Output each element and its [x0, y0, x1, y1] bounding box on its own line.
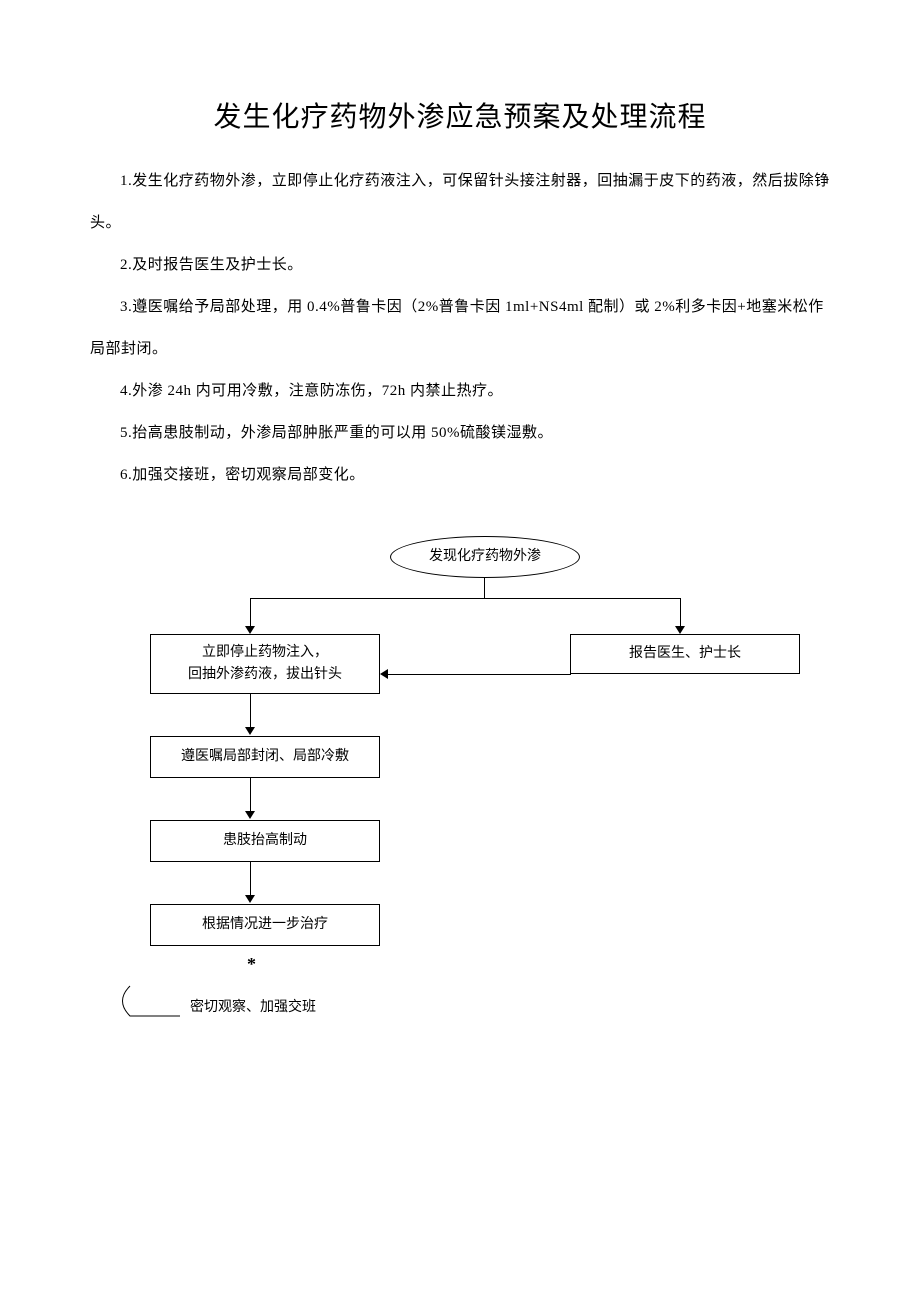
star-icon: *	[247, 954, 256, 975]
flowchart-connector	[484, 578, 485, 598]
flowchart-box1-line2: 回抽外渗药液，拔出针头	[188, 664, 342, 686]
flowchart-connector	[680, 598, 681, 628]
arrow-left-icon	[380, 669, 388, 679]
flowchart-box-stop-injection: 立即停止药物注入， 回抽外渗药液，拔出针头	[150, 634, 380, 694]
arrow-down-icon	[245, 727, 255, 735]
document-title: 发生化疗药物外渗应急预案及处理流程	[90, 95, 830, 135]
flowchart-final-label: 密切观察、加强交班	[190, 996, 316, 1016]
flowchart-start-node: 发现化疗药物外渗	[390, 536, 580, 578]
flowchart-box3-label: 遵医嘱局部封闭、局部冷敷	[181, 746, 349, 768]
flowchart-box-report: 报告医生、护士长	[570, 634, 800, 674]
flowchart-connector	[250, 694, 251, 729]
flowchart-box-further-treatment: 根据情况进一步治疗	[150, 904, 380, 946]
flowchart-connector	[388, 674, 570, 675]
paragraph-2: 2.及时报告医生及护士长。	[90, 244, 830, 286]
paragraph-3: 3.遵医嘱给予局部处理，用 0.4%普鲁卡因（2%普鲁卡因 1ml+NS4ml …	[90, 286, 830, 370]
flowchart-box2-label: 报告医生、护士长	[629, 643, 741, 665]
flowchart-box5-label: 根据情况进一步治疗	[202, 914, 328, 936]
arrow-down-icon	[675, 626, 685, 634]
flowchart-connector	[250, 778, 251, 813]
flowchart-start-label: 发现化疗药物外渗	[429, 546, 541, 568]
flowchart-connector	[250, 598, 251, 628]
flowchart-connector	[250, 862, 251, 897]
flowchart-box1-line1: 立即停止药物注入，	[188, 642, 342, 664]
flowchart-connector	[570, 674, 571, 675]
paragraph-6: 6.加强交接班，密切观察局部变化。	[90, 454, 830, 496]
arrow-down-icon	[245, 895, 255, 903]
paragraph-4: 4.外渗 24h 内可用冷敷，注意防冻伤，72h 内禁止热疗。	[90, 370, 830, 412]
arrow-down-icon	[245, 811, 255, 819]
paragraph-1: 1.发生化疗药物外渗，立即停止化疗药液注入，可保留针头接注射器，回抽漏于皮下的药…	[90, 160, 830, 244]
flowchart-container: 发现化疗药物外渗 立即停止药物注入， 回抽外渗药液，拔出针头 报告医生、护士长 …	[150, 536, 850, 1136]
flowchart-box4-label: 患肢抬高制动	[223, 830, 307, 852]
paragraph-5: 5.抬高患肢制动，外渗局部肿胀严重的可以用 50%硫酸镁湿敷。	[90, 412, 830, 454]
flowchart-box-local-treatment: 遵医嘱局部封闭、局部冷敷	[150, 736, 380, 778]
flowchart-box-elevate-limb: 患肢抬高制动	[150, 820, 380, 862]
arrow-down-icon	[245, 626, 255, 634]
flowchart-connector	[250, 598, 680, 599]
